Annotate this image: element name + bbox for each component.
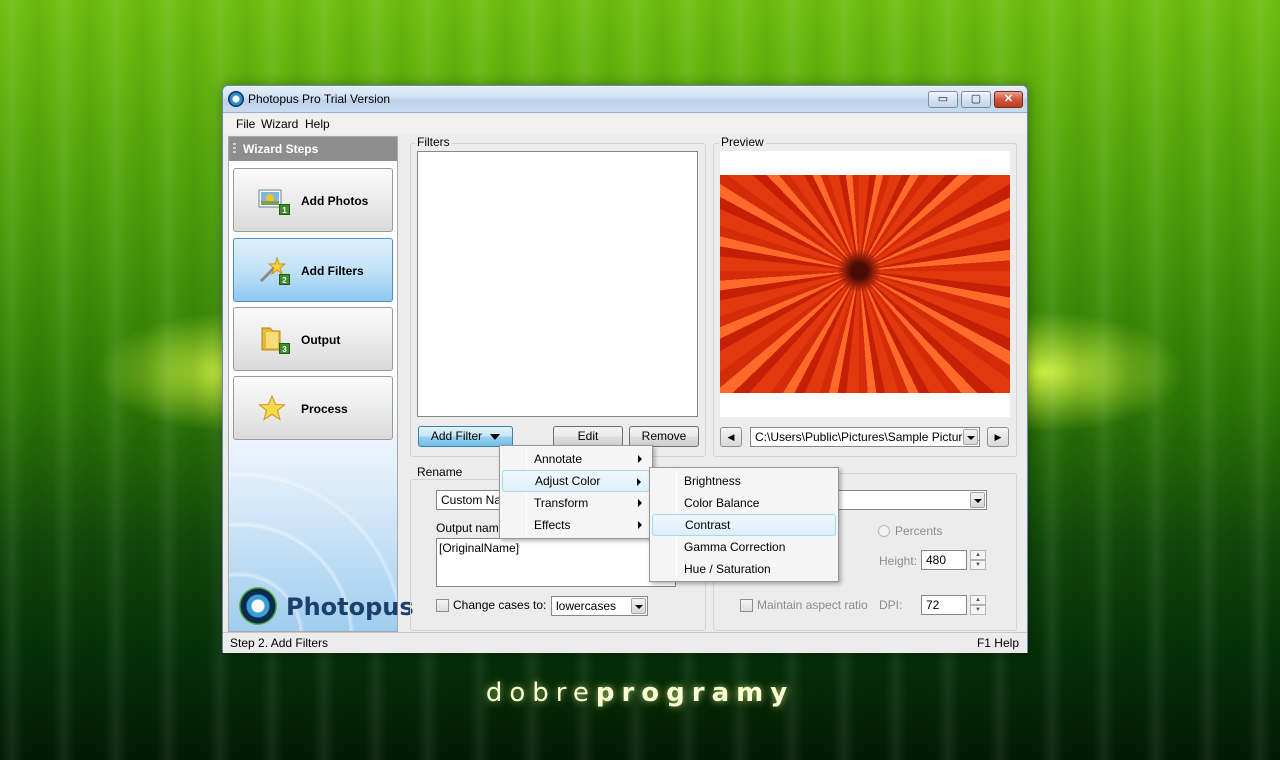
magic-wand-icon: 2 xyxy=(258,256,290,285)
step-label: Output xyxy=(301,333,341,347)
submenu-item-hue-saturation[interactable]: Hue / Saturation xyxy=(652,558,836,580)
app-icon xyxy=(228,91,244,107)
add-filter-button[interactable]: Add Filter xyxy=(418,426,513,447)
output-name-field[interactable]: [OriginalName] xyxy=(436,538,676,587)
chevron-down-icon[interactable] xyxy=(631,598,646,614)
menu-item-label: Effects xyxy=(534,518,571,532)
submenu-arrow-icon xyxy=(638,521,642,529)
status-help: F1 Help xyxy=(976,636,1019,650)
submenu-item-gamma-correction[interactable]: Gamma Correction xyxy=(652,536,836,558)
step-process[interactable]: Process xyxy=(233,376,393,440)
folder-icon: 3 xyxy=(258,326,290,354)
maintain-aspect-checkbox[interactable] xyxy=(740,599,753,612)
dobreprogramy-watermark: dobreprogramy xyxy=(0,678,1280,708)
title-bar[interactable]: Photopus Pro Trial Version ▭ ▢ ✕ xyxy=(223,86,1027,113)
dpi-stepper[interactable]: ▲ ▼ xyxy=(970,595,986,615)
photopus-logo-icon xyxy=(239,587,277,625)
menu-item-label: Transform xyxy=(534,496,589,510)
maximize-button[interactable]: ▢ xyxy=(961,91,991,108)
window-title: Photopus Pro Trial Version xyxy=(248,92,391,106)
resize-mode-combo[interactable] xyxy=(835,490,987,510)
adjust-color-submenu: Brightness Color Balance Contrast Gamma … xyxy=(649,467,839,582)
submenu-item-contrast[interactable]: Contrast xyxy=(652,514,836,536)
status-bar: Step 2. Add Filters F1 Help xyxy=(223,632,1027,653)
edit-button[interactable]: Edit xyxy=(553,426,623,447)
dpi-value: 72 xyxy=(926,598,940,612)
dpi-label: DPI: xyxy=(879,598,903,612)
image-path-combo[interactable]: C:\Users\Public\Pictures\Sample Pictures… xyxy=(750,427,980,447)
percents-label: Percents xyxy=(895,524,943,538)
preview-legend: Preview xyxy=(719,135,766,149)
step-add-photos[interactable]: 1 Add Photos xyxy=(233,168,393,232)
add-filter-label: Add Filter xyxy=(430,429,483,443)
percents-radio[interactable] xyxy=(878,525,890,537)
app-window: Photopus Pro Trial Version ▭ ▢ ✕ File Wi… xyxy=(222,85,1028,653)
submenu-arrow-icon xyxy=(638,455,642,463)
previous-image-button[interactable]: ◀ xyxy=(720,427,742,447)
chevron-down-icon[interactable] xyxy=(970,492,985,508)
height-field[interactable]: 480 xyxy=(921,550,967,570)
height-label: Height: xyxy=(879,554,918,568)
menu-file[interactable]: File xyxy=(236,117,255,131)
star-icon xyxy=(258,394,286,421)
filters-legend: Filters xyxy=(415,135,452,149)
menu-item-effects[interactable]: Effects xyxy=(502,514,650,536)
step-output[interactable]: 3 Output xyxy=(233,307,393,371)
step-label: Add Photos xyxy=(301,194,369,208)
wizard-sidebar: Wizard Steps 1 Add Photos 2 Add Filters … xyxy=(228,136,414,632)
menu-item-adjust-color[interactable]: Adjust Color xyxy=(502,470,650,492)
change-cases-checkbox[interactable] xyxy=(436,599,449,612)
step-number-badge: 2 xyxy=(279,274,290,285)
output-name-label: Output name xyxy=(436,521,506,535)
menu-wizard[interactable]: Wizard xyxy=(261,117,298,131)
submenu-item-color-balance[interactable]: Color Balance xyxy=(652,492,836,514)
photopus-logo-text: Photopus xyxy=(286,593,414,621)
preview-image xyxy=(720,175,1010,393)
dropdown-arrow-icon xyxy=(490,433,501,440)
photos-icon: 1 xyxy=(258,187,290,215)
remove-button[interactable]: Remove xyxy=(629,426,699,447)
add-filter-menu: Annotate Adjust Color Transform Effects xyxy=(499,445,653,539)
step-add-filters[interactable]: 2 Add Filters xyxy=(233,238,393,302)
case-combo[interactable]: lowercases xyxy=(551,596,648,616)
menu-item-label: Annotate xyxy=(534,452,583,466)
menu-item-label: Adjust Color xyxy=(535,474,601,488)
wizard-header-label: Wizard Steps xyxy=(243,142,319,156)
step-number-badge: 3 xyxy=(279,343,290,354)
photopus-logo: Photopus xyxy=(239,587,414,627)
submenu-arrow-icon xyxy=(638,499,642,507)
wizard-header: Wizard Steps xyxy=(229,137,397,161)
menu-item-transform[interactable]: Transform xyxy=(502,492,650,514)
watermark-part-1: dobre xyxy=(485,678,596,708)
height-stepper[interactable]: ▲ ▼ xyxy=(970,550,986,570)
menu-item-annotate[interactable]: Annotate xyxy=(502,448,650,470)
rename-legend: Rename xyxy=(415,465,465,479)
minimize-button[interactable]: ▭ xyxy=(928,91,958,108)
dpi-field[interactable]: 72 xyxy=(921,595,967,615)
output-name-value: [OriginalName] xyxy=(439,541,520,555)
step-number-badge: 1 xyxy=(279,204,290,215)
filters-list[interactable] xyxy=(417,151,698,417)
height-value: 480 xyxy=(926,553,947,567)
step-label: Add Filters xyxy=(301,264,364,278)
case-value: lowercases xyxy=(556,599,617,613)
change-cases-label: Change cases to: xyxy=(453,598,547,612)
status-step: Step 2. Add Filters xyxy=(230,636,329,650)
maintain-aspect-label: Maintain aspect ratio xyxy=(757,598,868,612)
menu-bar: File Wizard Help xyxy=(223,114,1027,134)
grip-icon xyxy=(233,143,236,155)
watermark-part-2: programy xyxy=(595,678,795,708)
close-button[interactable]: ✕ xyxy=(994,91,1023,108)
submenu-item-brightness[interactable]: Brightness xyxy=(652,470,836,492)
chevron-down-icon[interactable] xyxy=(963,429,978,445)
submenu-arrow-icon xyxy=(637,478,641,486)
step-label: Process xyxy=(301,402,348,416)
image-path-value: C:\Users\Public\Pictures\Sample Pictures… xyxy=(755,430,979,444)
menu-help[interactable]: Help xyxy=(305,117,330,131)
next-image-button[interactable]: ▶ xyxy=(987,427,1009,447)
